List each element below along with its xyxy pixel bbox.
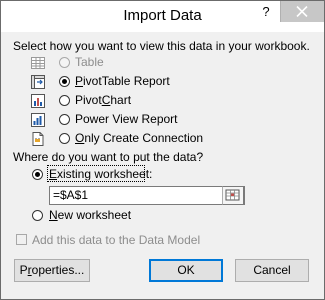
table-option-label: Table — [75, 55, 104, 69]
table-radio[interactable] — [59, 57, 70, 68]
connection-radio[interactable] — [59, 133, 70, 144]
close-button[interactable] — [280, 1, 324, 22]
power-view-icon — [31, 113, 45, 127]
power-view-radio[interactable] — [59, 114, 70, 125]
pivotchart-radio[interactable] — [59, 95, 70, 106]
properties-button[interactable]: Properties... — [14, 259, 90, 282]
import-data-dialog: Import Data ? Select how you want to vie… — [0, 0, 325, 300]
power-view-option-label: Power View Report — [75, 112, 178, 126]
connection-option-label: Only Create Connection — [75, 131, 204, 145]
range-selector-icon — [225, 189, 240, 201]
data-model-checkbox[interactable] — [16, 234, 27, 245]
existing-worksheet-radio[interactable] — [32, 169, 43, 180]
pivotchart-icon — [31, 94, 45, 108]
help-button[interactable]: ? — [253, 1, 279, 22]
existing-worksheet-label: Existing worksheet: — [49, 167, 153, 181]
data-model-label: Add this data to the Data Model — [32, 233, 201, 247]
close-icon — [296, 6, 308, 17]
view-prompt: Select how you want to view this data in… — [13, 39, 310, 53]
pivotchart-option-label: PivotChart — [75, 93, 132, 107]
new-worksheet-radio[interactable] — [32, 210, 43, 221]
range-input[interactable]: =$A$1 — [49, 186, 245, 205]
pivottable-radio[interactable] — [59, 76, 70, 87]
where-prompt: Where do you want to put the data? — [13, 150, 204, 164]
new-worksheet-label: New worksheet — [49, 208, 132, 222]
range-selector-button[interactable] — [222, 186, 244, 205]
pivottable-icon — [31, 75, 45, 89]
pivottable-option-label: PivotTable Report — [75, 74, 170, 88]
title-bar: Import Data ? — [1, 1, 324, 32]
ok-button[interactable]: OK — [149, 259, 223, 282]
table-icon — [31, 57, 45, 69]
cancel-button[interactable]: Cancel — [235, 259, 309, 282]
connection-icon — [32, 132, 44, 146]
